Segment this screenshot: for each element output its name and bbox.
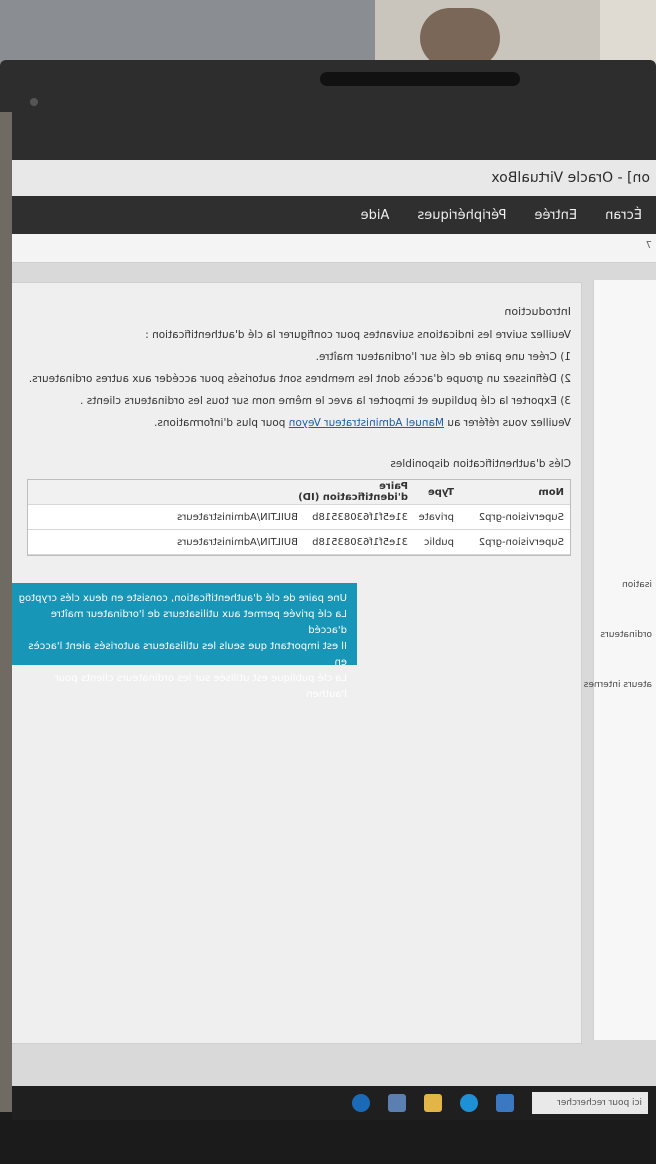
version-label: 7 (645, 240, 652, 251)
intro-text: Veuillez suivre les indications suivante… (145, 329, 571, 341)
menu-peripheriques[interactable]: Périphériques (417, 208, 506, 223)
tooltip-line: Une paire de clé d'authentification, con… (18, 593, 347, 604)
table-row[interactable]: Supervision-grp2 public 31e5f1f63083518b… (28, 530, 570, 555)
vm-menubar: Écran Entrée Périphériques Aide (12, 196, 656, 234)
tooltip-line: La clé privée permet aux utilisateurs de… (50, 609, 347, 636)
tooltip-line: La clé publique est utilisée sur les ord… (54, 673, 347, 700)
menu-ecran[interactable]: Écran (605, 208, 642, 223)
auth-keys-panel: Introduction Veuillez suivre les indicat… (12, 282, 582, 1044)
cell-name: Supervision-grp2 (478, 536, 564, 548)
cell-id: 31e5f1f63083518b (312, 511, 408, 523)
cell-type: private (418, 511, 454, 523)
cell-owner: BUILTIN/Administrateurs (177, 536, 298, 548)
taskbar: ici pour rechercher (12, 1086, 656, 1120)
menu-entree[interactable]: Entrée (534, 208, 577, 223)
window-title: on] - Oracle VirtualBox (491, 170, 650, 186)
sidebar-item-authentification[interactable]: isation (622, 580, 652, 590)
store-icon[interactable] (388, 1094, 406, 1112)
sidebar-item-ordinateurs[interactable]: ordinateurs (600, 630, 652, 640)
taskbar-search[interactable]: ici pour rechercher (532, 1092, 648, 1114)
step-3: 3) Exporter la clé publique et importer … (80, 395, 571, 407)
col-id[interactable]: Paire d'identification (ID) (298, 481, 408, 503)
col-type[interactable]: Type (408, 487, 454, 498)
app-icon[interactable] (352, 1094, 370, 1112)
cell-name: Supervision-grp2 (478, 511, 564, 523)
monitor-screen: on] - Oracle VirtualBox Écran Entrée Pér… (12, 160, 656, 1120)
task-view-icon[interactable] (496, 1094, 514, 1112)
sidebar: isation ordinateurs ateurs internes (584, 280, 656, 1040)
help-suffix: pour plus d'informations. (154, 417, 289, 429)
step-2: 2) Définissez un groupe d'accès dont les… (28, 373, 571, 385)
photo-person (420, 8, 500, 68)
tooltip-line: Il est important que seuls les utilisate… (28, 641, 347, 668)
col-name[interactable]: Nom (454, 487, 570, 498)
sidebar-item-utilisateurs[interactable]: ateurs internes (584, 680, 652, 690)
menu-aide[interactable]: Aide (361, 208, 390, 223)
monitor-camera-notch (320, 72, 520, 86)
cell-type: public (423, 536, 454, 548)
tooltip: Une paire de clé d'authentification, con… (12, 583, 357, 700)
help-prefix: Veuillez vous référer au (444, 417, 571, 429)
step-1: 1) Créer une paire de clé sur l'ordinate… (315, 351, 571, 363)
window-titlebar: on] - Oracle VirtualBox (12, 160, 656, 196)
photo-left-edge (0, 112, 12, 1112)
table-header: Nom Type Paire d'identification (ID) (28, 480, 570, 505)
manual-link[interactable]: Manuel Administrateur Veyon (289, 417, 444, 429)
cell-id: 31e5f1f63083518b (312, 536, 408, 548)
edge-icon[interactable] (460, 1094, 478, 1112)
mirrored-view: on] - Oracle VirtualBox Écran Entrée Pér… (12, 160, 656, 1120)
keys-table: Nom Type Paire d'identification (ID) Sup… (27, 479, 571, 556)
cell-owner: BUILTIN/Administrateurs (177, 511, 298, 523)
monitor-sensor (30, 98, 38, 106)
keys-heading: Clés d'authentification disponibles (390, 458, 571, 470)
folder-icon[interactable] (424, 1094, 442, 1112)
app-toolbar: 7 (12, 234, 656, 263)
table-row[interactable]: Supervision-grp2 private 31e5f1f63083518… (28, 505, 570, 530)
intro-heading: Introduction (504, 305, 571, 318)
help-line: Veuillez vous référer au Manuel Administ… (154, 417, 571, 429)
